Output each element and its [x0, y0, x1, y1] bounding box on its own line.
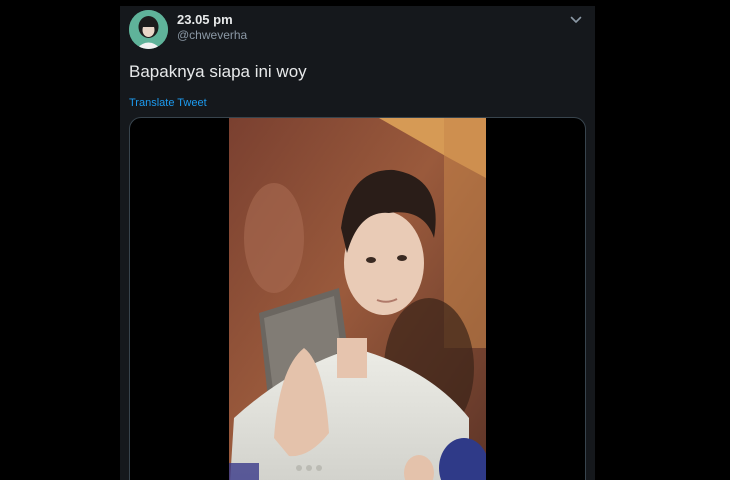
tweet-photo [229, 118, 486, 480]
chevron-down-icon [570, 16, 582, 23]
tweet-card: 23.05 pm @chweverha Bapaknya siapa ini w… [120, 6, 595, 480]
avatar[interactable] [129, 10, 168, 49]
tweet-time: 23.05 pm [177, 12, 233, 27]
translate-tweet-link[interactable]: Translate Tweet [129, 96, 207, 110]
avatar-image [129, 10, 168, 49]
tweet-media[interactable] [129, 117, 586, 480]
tweet-text: Bapaknya siapa ini woy [129, 62, 307, 81]
user-handle[interactable]: @chweverha [177, 28, 247, 43]
more-menu-button[interactable] [568, 12, 584, 28]
photo-image [229, 118, 486, 480]
screen: 23.05 pm @chweverha Bapaknya siapa ini w… [0, 0, 730, 480]
